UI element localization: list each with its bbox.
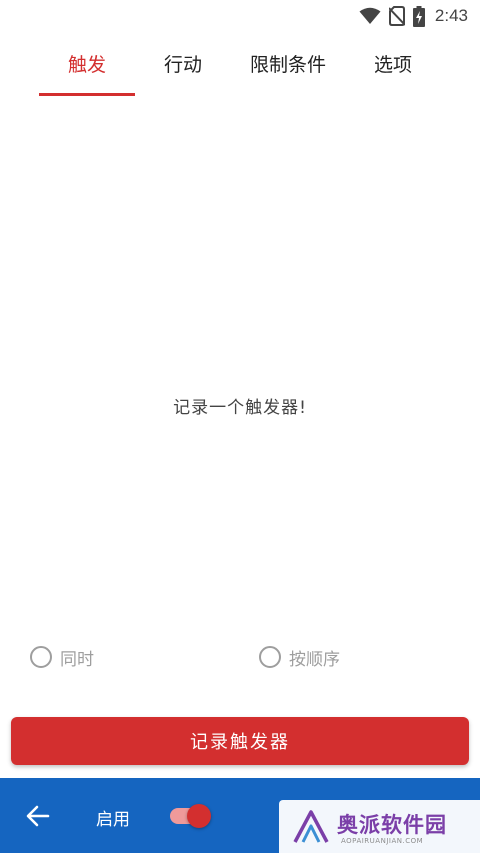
status-icons: 2:43 (359, 4, 468, 28)
radio-sequential[interactable]: 按顺序 (259, 643, 340, 671)
record-trigger-button[interactable]: 记录触发器 (11, 717, 469, 765)
watermark: 奥派软件园 AOPAIRUANJIAN.COM (279, 800, 480, 853)
watermark-text: 奥派软件园 (337, 813, 447, 837)
switch-thumb[interactable] (187, 804, 211, 828)
radio-label: 同时 (60, 649, 94, 670)
watermark-url: AOPAIRUANJIAN.COM (341, 837, 424, 845)
tab-constraints[interactable]: 限制条件 (240, 52, 336, 82)
radio-simultaneous[interactable]: 同时 (30, 643, 94, 671)
tab-trigger[interactable]: 触发 (39, 52, 135, 82)
watermark-logo-icon (291, 810, 331, 844)
arrow-back-icon (24, 805, 52, 834)
radio-circle[interactable] (30, 646, 52, 668)
empty-state-message: 记录一个触发器! (173, 398, 307, 418)
tab-indicator (39, 93, 135, 96)
tab-bar: 触发 行动 限制条件 选项 (0, 40, 480, 98)
tab-options[interactable]: 选项 (353, 52, 433, 82)
wifi-icon (359, 7, 381, 25)
battery-charging-icon (412, 5, 425, 27)
status-time: 2:43 (434, 6, 468, 25)
radio-label: 按顺序 (289, 649, 340, 670)
no-sim-icon (388, 6, 405, 26)
enable-label: 启用 (96, 810, 130, 830)
radio-circle[interactable] (259, 646, 281, 668)
tab-action[interactable]: 行动 (143, 52, 223, 82)
back-button[interactable] (24, 802, 52, 830)
status-bar: 2:43 (0, 0, 480, 32)
enable-switch[interactable] (170, 804, 211, 828)
